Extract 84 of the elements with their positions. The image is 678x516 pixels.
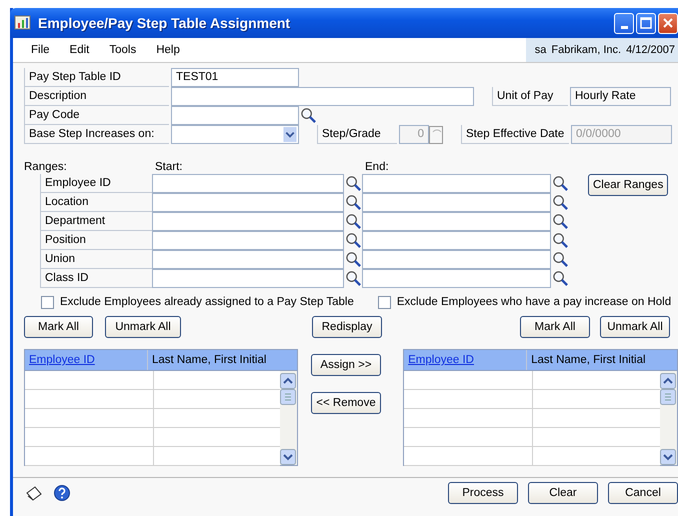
lookup-icon[interactable]	[552, 270, 569, 287]
minimize-icon	[620, 26, 628, 28]
chart-icon	[14, 14, 32, 32]
description-field[interactable]	[171, 87, 474, 106]
scrollbar[interactable]	[660, 371, 677, 465]
lookup-icon[interactable]	[552, 251, 569, 268]
column-header: Last Name, First Initial	[530, 354, 647, 366]
column-header: Last Name, First Initial	[151, 354, 268, 366]
lookup-icon[interactable]	[552, 232, 569, 249]
scrollbar[interactable]	[280, 371, 297, 465]
column-label: Start:	[155, 161, 184, 173]
range-start-field[interactable]	[152, 269, 344, 288]
redisplay-button[interactable]: Redisplay	[312, 316, 382, 338]
minimize-button[interactable]	[614, 12, 634, 34]
lookup-icon[interactable]	[300, 107, 317, 124]
window-title: Employee/Pay Step Table Assignment	[38, 15, 292, 31]
lookup-icon[interactable]	[552, 194, 569, 211]
scroll-thumb-icon[interactable]	[280, 389, 296, 405]
range-end-field[interactable]	[362, 212, 551, 231]
field-label: Pay Code	[24, 106, 169, 125]
scroll-up-icon[interactable]	[660, 373, 676, 389]
section-label: Ranges:	[24, 161, 68, 173]
checkbox[interactable]	[378, 296, 391, 308]
range-start-field[interactable]	[152, 212, 344, 231]
maximize-button[interactable]	[636, 12, 656, 34]
range-end-field[interactable]	[362, 193, 551, 212]
maximize-icon	[640, 17, 652, 29]
help-icon[interactable]	[53, 484, 71, 502]
scroll-up-icon[interactable]	[280, 373, 296, 389]
list-action-button[interactable]: Unmark All	[600, 316, 670, 338]
session-date: 4/12/2007	[626, 44, 675, 56]
transfer-button[interactable]: Assign >>	[311, 354, 381, 376]
clear-ranges-button[interactable]: Clear Ranges	[588, 174, 668, 196]
column-label: End:	[365, 161, 389, 173]
field-label: Base Step Increases on:	[24, 125, 169, 144]
note-icon[interactable]	[25, 484, 43, 502]
sort-column-link[interactable]: Employee ID	[404, 350, 528, 370]
list-action-button[interactable]: Mark All	[24, 316, 93, 338]
field-label: Step Effective Date	[461, 125, 569, 144]
lookup-icon[interactable]	[552, 175, 569, 192]
range-end-field[interactable]	[362, 269, 551, 288]
lookup-icon[interactable]	[345, 251, 362, 268]
menu-item[interactable]: File	[13, 44, 60, 56]
spinner-icon[interactable]	[429, 126, 443, 144]
field-label: Unit of Pay	[492, 87, 568, 106]
transfer-button[interactable]: << Remove	[311, 392, 381, 414]
scroll-down-icon[interactable]	[280, 449, 296, 465]
pay-code-field[interactable]	[171, 106, 299, 125]
field-label: Description	[24, 87, 169, 106]
scroll-down-icon[interactable]	[660, 449, 676, 465]
range-start-field[interactable]	[152, 250, 344, 269]
range-start-field[interactable]	[152, 174, 344, 193]
user-name: sa	[534, 44, 546, 56]
field-label: Pay Step Table ID	[24, 68, 169, 87]
range-end-field[interactable]	[362, 250, 551, 269]
sort-column-link[interactable]: Employee ID	[25, 350, 148, 370]
range-start-field[interactable]	[152, 231, 344, 250]
close-icon	[663, 18, 673, 28]
field-label: Step/Grade	[317, 125, 397, 144]
checkbox-label: Exclude Employees who have a pay increase on Hold	[396, 296, 672, 308]
lookup-icon[interactable]	[345, 232, 362, 249]
footer-button[interactable]: Process	[448, 482, 518, 504]
footer-button[interactable]: Clear	[528, 482, 598, 504]
menu-item[interactable]: Tools	[99, 44, 146, 56]
checkbox[interactable]	[41, 296, 54, 308]
close-button[interactable]	[658, 12, 678, 34]
unit-of-pay-field: Hourly Rate	[570, 87, 671, 106]
list-action-button[interactable]: Unmark All	[105, 316, 181, 338]
lookup-icon[interactable]	[345, 194, 362, 211]
range-end-field[interactable]	[362, 231, 551, 250]
lookup-icon[interactable]	[345, 270, 362, 287]
range-start-field[interactable]	[152, 193, 344, 212]
menu-item[interactable]: Edit	[60, 44, 100, 56]
checkbox-label: Exclude Employees already assigned to a Pay Step Table	[60, 296, 354, 308]
lookup-icon[interactable]	[345, 213, 362, 230]
range-end-field[interactable]	[362, 174, 551, 193]
scroll-thumb-icon[interactable]	[660, 389, 676, 405]
footer-button[interactable]: Cancel	[608, 482, 678, 504]
list-action-button[interactable]: Mark All	[520, 316, 590, 338]
pay-step-table-id-field[interactable]: TEST01	[171, 68, 299, 87]
lookup-icon[interactable]	[345, 175, 362, 192]
menu-item[interactable]: Help	[146, 44, 190, 56]
company-name: Fabrikam, Inc.	[551, 44, 622, 56]
lookup-icon[interactable]	[552, 213, 569, 230]
